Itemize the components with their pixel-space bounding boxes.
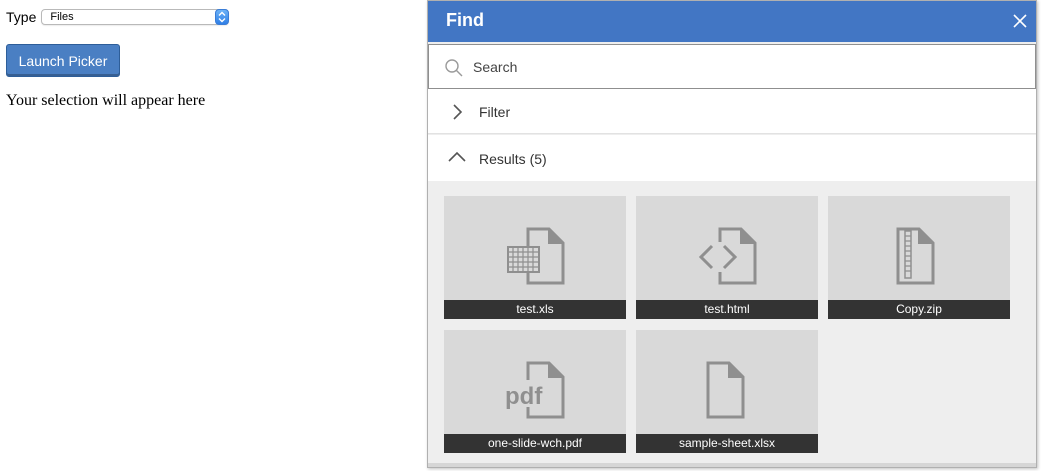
chevron-right-icon	[450, 103, 464, 126]
chevron-up-icon	[448, 150, 466, 169]
selection-output: Your selection will appear here	[6, 92, 206, 109]
search-input[interactable]	[473, 57, 1013, 77]
file-tile[interactable]: test.html	[636, 196, 818, 319]
picker-header: Find	[428, 1, 1036, 42]
results-section-toggle[interactable]: Results (5)	[428, 135, 1036, 181]
launch-picker-button[interactable]: Launch Picker	[6, 44, 120, 77]
file-name: test.html	[636, 300, 818, 319]
file-tile[interactable]: pdf one-slide-wch.pdf	[444, 330, 626, 453]
file-name: sample-sheet.xlsx	[636, 434, 818, 453]
file-tile[interactable]: sample-sheet.xlsx	[636, 330, 818, 453]
scroll-edge	[428, 463, 1036, 467]
filter-section-toggle[interactable]: Filter	[428, 89, 1036, 134]
type-row: Type Files	[6, 8, 230, 26]
generic-file-icon	[636, 330, 818, 434]
file-name: Copy.zip	[828, 300, 1010, 319]
type-select-value: Files	[50, 11, 74, 23]
results-label: Results (5)	[479, 151, 547, 167]
search-icon	[444, 58, 464, 83]
close-icon[interactable]	[1012, 13, 1028, 29]
file-name: one-slide-wch.pdf	[444, 434, 626, 453]
select-stepper-icon[interactable]	[215, 9, 230, 25]
results-grid: test.xls test.html Copy.zip pdf one-slid…	[444, 196, 1024, 466]
svg-text:pdf: pdf	[505, 383, 543, 410]
type-select[interactable]: Files	[41, 9, 230, 25]
file-name: test.xls	[444, 300, 626, 319]
picker-title: Find	[446, 10, 484, 30]
code-file-icon	[636, 196, 818, 300]
search-bar	[428, 44, 1036, 89]
type-label: Type	[6, 9, 37, 25]
file-tile[interactable]: test.xls	[444, 196, 626, 319]
filter-label: Filter	[479, 104, 511, 120]
file-picker-dialog: Find Filter Results (5)	[427, 0, 1037, 468]
zip-file-icon	[828, 196, 1010, 300]
pdf-file-icon: pdf	[444, 330, 626, 434]
file-tile[interactable]: Copy.zip	[828, 196, 1010, 319]
spreadsheet-file-icon	[444, 196, 626, 300]
